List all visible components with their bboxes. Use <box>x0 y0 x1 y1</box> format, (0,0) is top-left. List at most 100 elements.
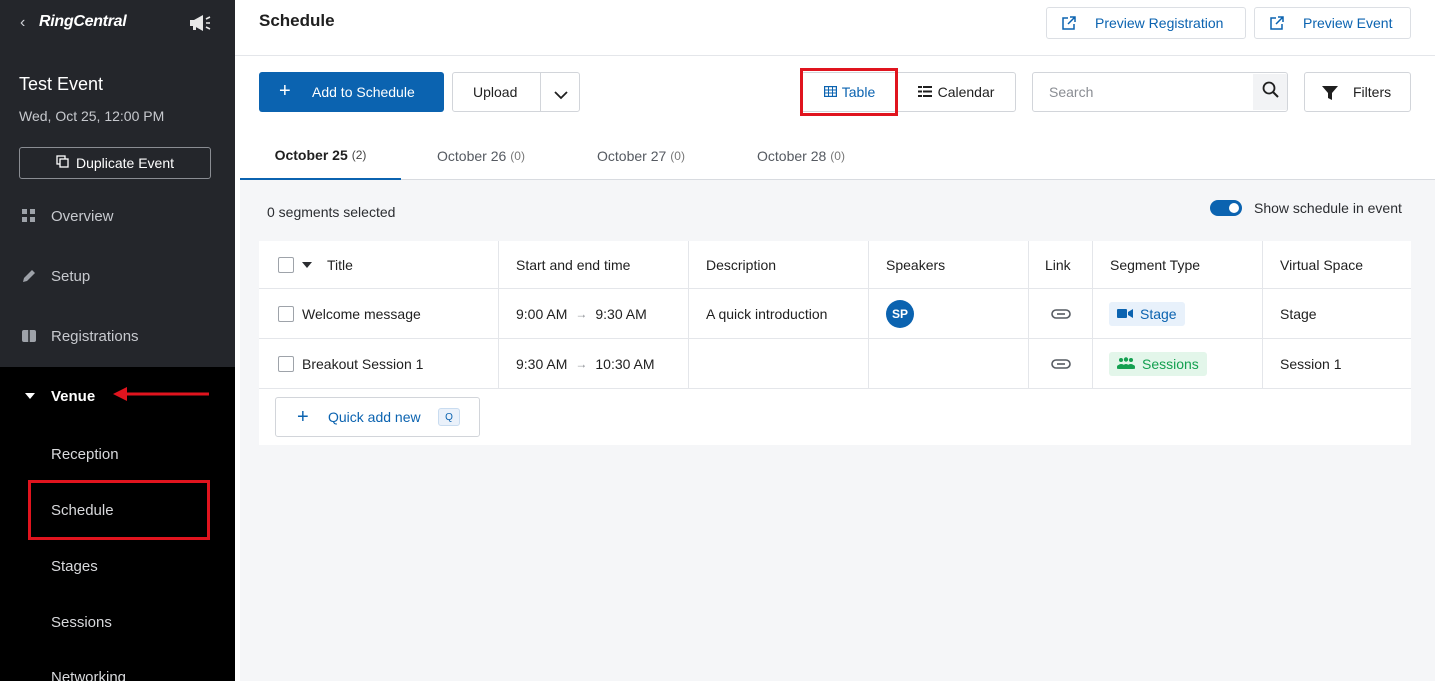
preview-event-button[interactable]: Preview Event <box>1254 7 1411 39</box>
filter-icon <box>1322 85 1338 104</box>
sidebar-top: ‹ RingCentral <box>0 0 235 46</box>
sidebar-item-stages[interactable]: Stages <box>51 558 98 575</box>
tab-october-27[interactable]: October 27 (0) <box>561 132 721 179</box>
sidebar-item-networking[interactable]: Networking <box>51 669 126 681</box>
speaker-avatar[interactable]: SP <box>886 299 914 328</box>
pencil-icon <box>21 268 37 284</box>
tab-label: October 26 <box>437 147 507 164</box>
segment-type-label: Sessions <box>1142 355 1199 372</box>
tab-count: (0) <box>830 148 845 163</box>
caret-down-icon <box>25 393 35 399</box>
column-link: Link <box>1029 241 1093 288</box>
column-title: Title <box>259 241 499 288</box>
filters-label: Filters <box>1353 84 1392 100</box>
tab-october-25[interactable]: October 25 (2) <box>240 132 401 180</box>
sidebar-item-reception[interactable]: Reception <box>51 446 119 463</box>
row-checkbox[interactable] <box>278 355 294 372</box>
tab-october-28[interactable]: October 28 (0) <box>721 132 881 179</box>
link-icon[interactable] <box>1050 306 1071 322</box>
cell-description: A quick introduction <box>689 289 869 338</box>
preview-event-label: Preview Event <box>1303 15 1393 31</box>
megaphone-icon[interactable] <box>188 13 212 38</box>
annotation-arrow-icon <box>113 387 211 406</box>
video-camera-icon <box>1117 306 1133 322</box>
sidebar-item-sessions[interactable]: Sessions <box>51 614 112 631</box>
search-input[interactable] <box>1034 74 1252 110</box>
select-all-checkbox[interactable] <box>278 256 294 273</box>
row-checkbox[interactable] <box>278 305 294 322</box>
arrow-right-icon: → <box>575 356 588 371</box>
schedule-table: Title Start and end time Description Spe… <box>259 241 1411 445</box>
cell-description <box>689 339 869 388</box>
cell-virtual-space: Session 1 <box>1280 355 1342 372</box>
column-speakers: Speakers <box>869 241 1029 288</box>
filters-button[interactable]: Filters <box>1304 72 1411 112</box>
show-schedule-setting: Show schedule in event <box>1210 200 1402 216</box>
add-to-schedule-button[interactable]: + Add to Schedule <box>259 72 444 112</box>
quick-add-label: Quick add new <box>328 409 421 425</box>
calendar-view-button[interactable]: Calendar <box>897 73 1015 111</box>
column-segment-type: Segment Type <box>1093 241 1263 288</box>
table-header-row: Title Start and end time Description Spe… <box>259 241 1411 289</box>
sidebar-item-overview[interactable]: Overview <box>0 196 235 236</box>
sidebar-item-setup[interactable]: Setup <box>0 256 235 296</box>
sidebar-item-label: Overview <box>51 207 114 225</box>
cell-link <box>1029 339 1093 388</box>
table-row[interactable]: Welcome message 9:00 AM → 9:30 AM A quic… <box>259 289 1411 339</box>
start-time: 9:30 AM <box>516 355 568 372</box>
venue-section: Venue Reception Schedule Stages Sessions… <box>0 367 235 681</box>
date-tabs: October 25 (2) October 26 (0) October 27… <box>240 132 1435 180</box>
quick-add-button[interactable]: + Quick add new Q <box>275 397 480 437</box>
segment-title: Welcome message <box>302 305 421 322</box>
preview-registration-button[interactable]: Preview Registration <box>1046 7 1246 39</box>
tab-count: (0) <box>670 148 685 163</box>
upload-button[interactable]: Upload <box>473 84 517 100</box>
arrow-right-icon: → <box>575 306 588 321</box>
cell-segment-type: Sessions <box>1093 339 1263 388</box>
sidebar: ‹ RingCentral Test Event Wed, Oct 25, 12… <box>0 0 235 681</box>
end-time: 9:30 AM <box>595 305 647 322</box>
cell-time: 9:00 AM → 9:30 AM <box>499 289 689 338</box>
tab-october-26[interactable]: October 26 (0) <box>401 132 561 179</box>
chevron-down-icon[interactable] <box>554 87 568 105</box>
link-icon[interactable] <box>1050 356 1071 372</box>
end-time: 10:30 AM <box>595 355 655 372</box>
table-highlight-box <box>800 68 898 116</box>
sidebar-item-label: Setup <box>51 267 91 285</box>
external-link-icon <box>1269 15 1285 31</box>
grid-icon <box>21 208 37 224</box>
cell-title: Welcome message <box>259 289 499 338</box>
page-header: Schedule Preview Registration Preview Ev… <box>235 0 1435 56</box>
calendar-view-label: Calendar <box>937 84 995 100</box>
ticket-icon <box>21 328 37 344</box>
column-time: Start and end time <box>499 241 689 288</box>
tab-label: October 27 <box>597 147 667 164</box>
column-description: Description <box>689 241 869 288</box>
event-date: Wed, Oct 25, 12:00 PM <box>19 108 165 124</box>
table-row[interactable]: Breakout Session 1 9:30 AM → 10:30 AM Se… <box>259 339 1411 389</box>
tab-label: October 25 <box>274 147 348 163</box>
ringcentral-logo: RingCentral <box>39 13 127 30</box>
duplicate-event-button[interactable]: Duplicate Event <box>19 147 211 179</box>
segment-type-label: Stage <box>1140 305 1177 322</box>
column-virtual-space: Virtual Space <box>1280 256 1364 273</box>
sidebar-item-registrations[interactable]: Registrations <box>0 316 235 356</box>
back-chevron-icon[interactable]: ‹ <box>20 14 25 32</box>
cell-speakers: SP <box>869 289 1029 338</box>
start-time: 9:00 AM <box>516 305 568 322</box>
page-title: Schedule <box>259 11 335 30</box>
cell-speakers <box>869 339 1029 388</box>
tab-count: (2) <box>351 148 367 162</box>
caret-down-icon[interactable] <box>302 261 312 268</box>
divider <box>540 73 541 111</box>
upload-button-group: Upload <box>452 72 580 112</box>
show-schedule-toggle[interactable] <box>1210 200 1242 216</box>
cell-virtual-space: Stage <box>1280 305 1317 322</box>
venue-label: Venue <box>51 387 96 405</box>
selected-count: 0 segments selected <box>267 204 396 220</box>
people-group-icon <box>1117 356 1135 372</box>
segment-type-badge: Sessions <box>1109 351 1207 376</box>
copy-icon <box>56 155 69 171</box>
tab-count: (0) <box>510 148 525 163</box>
search-button[interactable] <box>1253 74 1287 110</box>
